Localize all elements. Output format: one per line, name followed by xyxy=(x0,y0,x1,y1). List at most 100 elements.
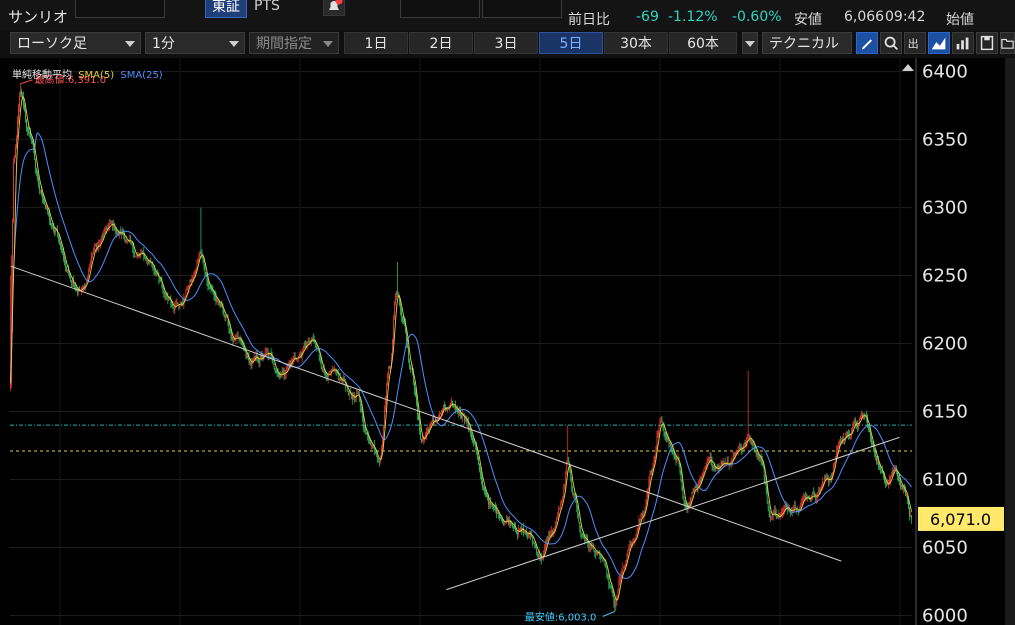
candle-body xyxy=(233,339,235,342)
period-60[interactable]: 60本 xyxy=(669,32,737,54)
candle-body xyxy=(682,490,684,499)
period-1d[interactable]: 1日 xyxy=(344,32,408,54)
folder-icon[interactable] xyxy=(1000,32,1015,54)
candle-body xyxy=(95,244,97,246)
period-3d[interactable]: 3日 xyxy=(474,32,538,54)
candle-body xyxy=(838,441,840,447)
candle-body xyxy=(296,358,298,361)
candle-body xyxy=(665,435,667,439)
interval-select[interactable]: 1分 xyxy=(145,32,245,54)
candle-body xyxy=(303,344,305,348)
candle-body xyxy=(645,500,647,509)
tab-pts[interactable]: PTS xyxy=(248,0,286,16)
candle-body xyxy=(293,356,295,358)
candle-body xyxy=(134,254,136,258)
candle-body xyxy=(428,429,429,432)
chart-type-select[interactable]: ローソク足 xyxy=(10,32,141,54)
tab-tse[interactable]: 東証 xyxy=(205,0,247,18)
candle-body xyxy=(215,296,217,302)
candle-body xyxy=(477,451,478,458)
candle-body xyxy=(698,483,700,486)
price-chart[interactable]: 最高値:6,391.0最安値:6,003.0 60006050610061506… xyxy=(0,58,1015,625)
candle-body xyxy=(656,435,658,447)
candle-body xyxy=(186,289,188,291)
candle-body xyxy=(854,420,855,424)
volume-icon[interactable]: 出 xyxy=(904,32,926,54)
candle-body xyxy=(578,516,580,523)
legend-sma5[interactable]: SMA(5) xyxy=(78,70,114,81)
area-chart-icon[interactable] xyxy=(928,32,950,54)
candle-body xyxy=(577,507,579,517)
candle-body xyxy=(126,241,128,243)
zoom-icon[interactable] xyxy=(880,32,902,54)
candle-body xyxy=(619,578,621,582)
candle-body xyxy=(733,453,735,456)
save-icon[interactable] xyxy=(976,32,998,54)
more-period-select[interactable] xyxy=(742,32,758,54)
chart-toolbar: ローソク足 1分 期間指定 1日 2日 3日 5日 30本 60本 テクニカル … xyxy=(0,30,1015,58)
candle-body xyxy=(375,453,377,456)
candle-body xyxy=(539,554,541,557)
candle-body xyxy=(827,479,829,483)
candle-body xyxy=(210,288,212,290)
candle-body xyxy=(649,474,651,481)
period-30[interactable]: 30本 xyxy=(604,32,668,54)
alert-bell-icon[interactable] xyxy=(323,0,345,16)
candle-body xyxy=(75,286,76,289)
period-2d[interactable]: 2日 xyxy=(409,32,473,54)
candle-body xyxy=(345,386,347,388)
candle-body xyxy=(191,279,193,282)
candle-body xyxy=(136,255,138,257)
candle-body xyxy=(565,471,567,485)
right-scrollbar[interactable] xyxy=(1005,58,1015,625)
candle-body xyxy=(404,321,405,324)
y-tick-label: 6300 xyxy=(922,198,968,219)
chevron-down-icon xyxy=(229,41,239,47)
bar-chart-icon[interactable] xyxy=(952,32,974,54)
candle-body xyxy=(461,415,462,418)
candle-body xyxy=(111,222,113,224)
candle-body xyxy=(65,263,66,268)
draw-pencil-icon[interactable] xyxy=(856,32,878,54)
legend-sma25[interactable]: SMA(25) xyxy=(120,70,162,81)
candle-body xyxy=(274,368,276,371)
candle-body xyxy=(89,267,91,271)
top-tab-mid2[interactable] xyxy=(482,0,562,18)
candle-body xyxy=(416,395,417,404)
candle-body xyxy=(887,484,888,486)
top-tab-left[interactable] xyxy=(75,0,165,18)
technical-button[interactable]: テクニカル xyxy=(762,32,852,54)
candle-body xyxy=(853,423,854,428)
candle-body xyxy=(650,470,652,475)
candle-body xyxy=(833,462,835,465)
candle-body xyxy=(563,489,565,498)
candle-body xyxy=(246,356,248,358)
y-tick-label: 6200 xyxy=(922,334,968,355)
candle-body xyxy=(484,487,485,493)
period-specify-select[interactable]: 期間指定 xyxy=(249,32,339,54)
candle-body xyxy=(322,369,324,372)
candle-body xyxy=(125,239,127,243)
top-tab-mid1[interactable] xyxy=(400,0,480,18)
candle-body xyxy=(765,484,767,490)
candle-body xyxy=(657,433,659,436)
candle-body xyxy=(602,558,604,561)
candle-body xyxy=(881,470,882,471)
candle-body xyxy=(489,502,490,505)
change-percent: -1.12% xyxy=(668,9,718,25)
candle-body xyxy=(52,224,53,226)
candle-body xyxy=(440,412,441,414)
candle-body xyxy=(162,287,164,291)
candle-body xyxy=(16,138,17,148)
y-tick-label: 6150 xyxy=(922,402,968,423)
candle-body xyxy=(872,443,873,445)
legend-label: 単純移動平均 xyxy=(12,70,72,81)
candle-body xyxy=(209,287,211,289)
candle-body xyxy=(680,471,682,482)
candle-body xyxy=(504,522,505,524)
candle-body xyxy=(330,369,332,373)
candle-body xyxy=(641,514,643,516)
period-5d[interactable]: 5日 xyxy=(539,32,603,54)
candle-body xyxy=(219,302,221,306)
candle-body xyxy=(67,269,68,271)
